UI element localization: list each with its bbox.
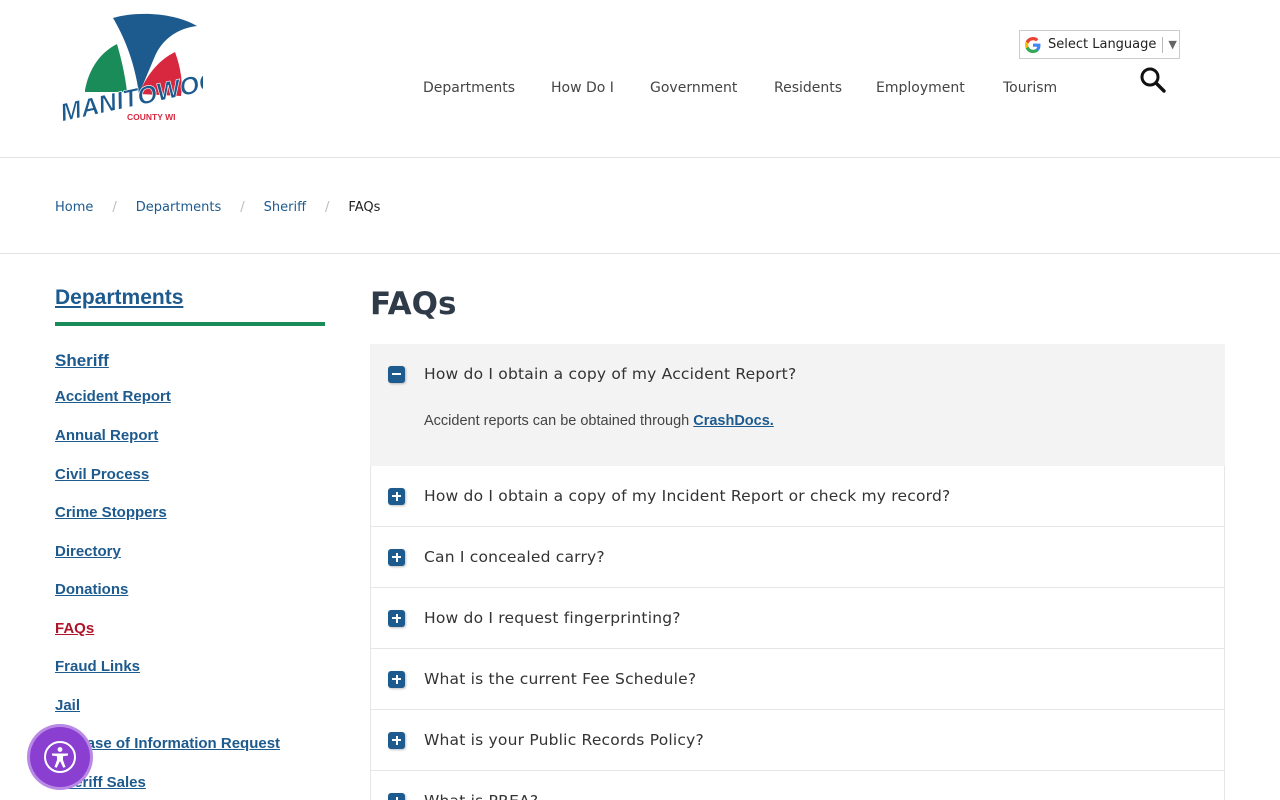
breadcrumb-separator: / xyxy=(325,200,330,215)
expand-plus-icon xyxy=(388,548,405,566)
sidebar-item-fraud-links[interactable]: Fraud Links xyxy=(55,658,140,675)
breadcrumb-separator: / xyxy=(112,200,117,215)
sidebar-title[interactable]: Departments xyxy=(55,286,183,310)
faq-question-toggle[interactable]: What is the current Fee Schedule? xyxy=(371,649,1224,709)
google-g-icon xyxy=(1025,36,1041,53)
breadcrumb-current: FAQs xyxy=(348,200,381,215)
collapse-minus-icon xyxy=(388,365,405,383)
search-icon[interactable] xyxy=(1139,66,1167,94)
sidebar-item-civil-process[interactable]: Civil Process xyxy=(55,466,149,483)
faq-item: What is PREA? xyxy=(370,771,1225,800)
main-nav: Departments How Do I Government Resident… xyxy=(0,80,1280,100)
accessibility-button[interactable] xyxy=(30,727,90,787)
faq-question: How do I request fingerprinting? xyxy=(424,609,681,627)
sidebar-item-crime-stoppers[interactable]: Crime Stoppers xyxy=(55,504,167,521)
expand-plus-icon xyxy=(388,670,405,688)
svg-text:COUNTY WI: COUNTY WI xyxy=(127,112,175,122)
faq-item: How do I request fingerprinting? xyxy=(370,588,1225,649)
faq-question-toggle[interactable]: Can I concealed carry? xyxy=(371,527,1224,587)
chevron-down-icon: ▼ xyxy=(1168,38,1177,51)
sidebar-item-directory[interactable]: Directory xyxy=(55,543,121,560)
sidebar-item-donations[interactable]: Donations xyxy=(55,581,128,598)
breadcrumb-bar: Home / Departments / Sheriff / FAQs xyxy=(0,159,1280,254)
expand-plus-icon xyxy=(388,609,405,627)
faq-question: What is your Public Records Policy? xyxy=(424,731,704,749)
faq-question-toggle[interactable]: How do I request fingerprinting? xyxy=(371,588,1224,648)
nav-departments[interactable]: Departments xyxy=(423,80,515,96)
breadcrumb-separator: / xyxy=(240,200,245,215)
faq-question-toggle[interactable]: How do I obtain a copy of my Accident Re… xyxy=(371,345,1224,403)
sidebar-item-faqs[interactable]: FAQs xyxy=(55,620,94,637)
crashdocs-link[interactable]: CrashDocs. xyxy=(693,413,774,429)
faq-item: How do I obtain a copy of my Incident Re… xyxy=(370,466,1225,527)
language-label: Select Language xyxy=(1048,37,1157,52)
sidebar-section-sheriff[interactable]: Sheriff xyxy=(55,351,109,371)
site-header: MANITOWOC COUNTY WI Select Language ▼ De… xyxy=(0,0,1280,158)
manitowoc-county-logo[interactable]: MANITOWOC COUNTY WI xyxy=(55,12,203,144)
expand-plus-icon xyxy=(388,487,405,505)
faq-question-toggle[interactable]: What is your Public Records Policy? xyxy=(371,710,1224,770)
faq-item: Can I concealed carry? xyxy=(370,527,1225,588)
faq-question-toggle[interactable]: How do I obtain a copy of my Incident Re… xyxy=(371,466,1224,526)
faq-question: Can I concealed carry? xyxy=(424,548,605,566)
faq-question: What is PREA? xyxy=(424,792,538,800)
breadcrumb-home[interactable]: Home xyxy=(55,200,93,215)
faq-question: How do I obtain a copy of my Accident Re… xyxy=(424,365,797,383)
faq-question: What is the current Fee Schedule? xyxy=(424,670,697,688)
nav-government[interactable]: Government xyxy=(650,80,737,96)
expand-plus-icon xyxy=(388,792,405,800)
accessibility-icon xyxy=(44,741,76,773)
nav-employment[interactable]: Employment xyxy=(876,80,965,96)
faq-answer-text: Accident reports can be obtained through xyxy=(424,413,694,429)
page-title: FAQs xyxy=(370,286,457,322)
faq-item: How do I obtain a copy of my Accident Re… xyxy=(370,344,1225,466)
breadcrumb-departments[interactable]: Departments xyxy=(136,200,221,215)
faq-accordion: How do I obtain a copy of my Accident Re… xyxy=(370,344,1225,800)
faq-question-toggle[interactable]: What is PREA? xyxy=(371,771,1224,800)
faq-item: What is the current Fee Schedule? xyxy=(370,649,1225,710)
faq-item: What is your Public Records Policy? xyxy=(370,710,1225,771)
expand-plus-icon xyxy=(388,731,405,749)
faq-question: How do I obtain a copy of my Incident Re… xyxy=(424,487,951,505)
sidebar-item-accident-report[interactable]: Accident Report xyxy=(55,388,171,405)
language-selector[interactable]: Select Language ▼ xyxy=(1019,30,1180,59)
breadcrumb-sheriff[interactable]: Sheriff xyxy=(264,200,306,215)
breadcrumb: Home / Departments / Sheriff / FAQs xyxy=(55,200,380,215)
sidebar-item-annual-report[interactable]: Annual Report xyxy=(55,427,158,444)
nav-how-do-i[interactable]: How Do I xyxy=(551,80,614,96)
sidebar-divider xyxy=(55,322,325,326)
faq-answer: Accident reports can be obtained through… xyxy=(371,403,1224,465)
language-divider xyxy=(1162,36,1164,53)
sidebar-item-jail[interactable]: Jail xyxy=(55,697,80,714)
nav-residents[interactable]: Residents xyxy=(774,80,842,96)
nav-tourism[interactable]: Tourism xyxy=(1003,80,1057,96)
